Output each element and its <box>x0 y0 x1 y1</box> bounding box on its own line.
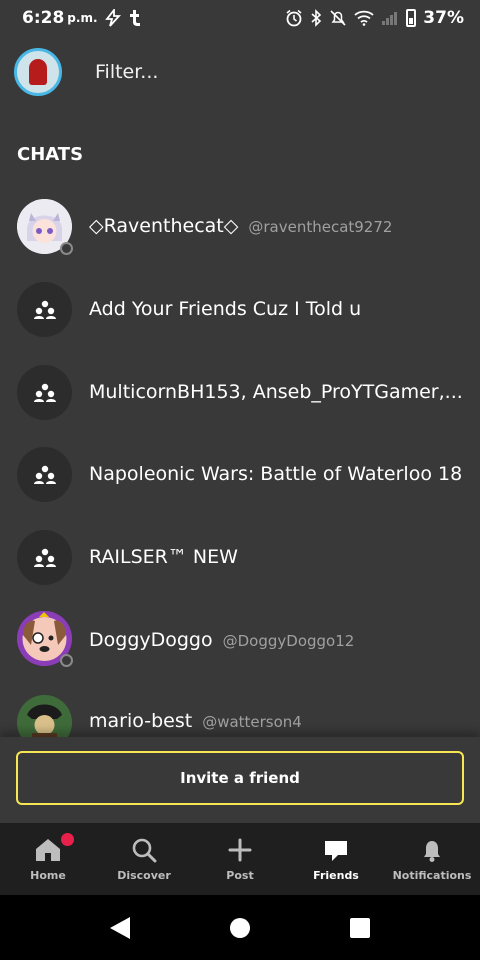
group-icon <box>34 300 56 319</box>
group-icon <box>34 548 56 567</box>
chat-name: ◇Raventhecat◇ <box>89 215 239 237</box>
invite-area: Invite a friend <box>0 737 480 823</box>
chat-item[interactable]: DoggyDoggo @DoggyDoggo12 <box>0 599 480 679</box>
chat-item[interactable]: MulticornBH153, Anseb_ProYTGamer,... <box>0 351 480 431</box>
chat-title: mario-best @watterson4 <box>89 710 302 732</box>
nav-label: Home <box>30 869 66 882</box>
chat-handle: @watterson4 <box>202 713 302 731</box>
status-dot <box>60 242 73 255</box>
bell-icon <box>424 841 440 862</box>
user-avatar <box>17 199 73 255</box>
group-avatar <box>17 447 72 502</box>
chat-title: Add Your Friends Cuz I Told u <box>89 298 361 320</box>
tumblr-icon <box>129 10 140 26</box>
bolt-icon <box>104 9 121 27</box>
group-avatar <box>17 530 72 585</box>
mute-icon <box>330 10 346 26</box>
chat-title: MulticornBH153, Anseb_ProYTGamer,... <box>89 381 463 403</box>
nav-label: Discover <box>117 869 171 882</box>
avatar-figure <box>29 59 47 85</box>
group-icon <box>34 383 56 402</box>
recents-icon[interactable] <box>349 917 371 939</box>
chat-item[interactable]: RAILSER™ NEW <box>0 516 480 596</box>
filter-row[interactable]: Filter... <box>0 44 480 100</box>
profile-avatar[interactable] <box>14 48 62 96</box>
chat-name: Add Your Friends Cuz I Told u <box>89 298 362 320</box>
nav-post[interactable]: Post <box>192 823 288 895</box>
status-bar: 6:28 p.m. 37% <box>0 0 480 36</box>
nav-notifications[interactable]: Notifications <box>384 823 480 895</box>
filter-input[interactable]: Filter... <box>95 61 158 83</box>
search-icon <box>132 838 157 863</box>
chat-name: mario-best <box>89 710 193 732</box>
status-right: 37% <box>285 8 464 28</box>
chat-item[interactable]: ◇Raventhecat◇ @raventhecat9272 <box>0 185 480 265</box>
back-icon[interactable] <box>108 915 132 941</box>
system-nav-bar <box>0 895 480 960</box>
status-dot <box>60 654 73 667</box>
chat-item[interactable]: Add Your Friends Cuz I Told u <box>0 268 480 348</box>
nav-friends[interactable]: Friends <box>288 823 384 895</box>
chat-handle: @DoggyDoggo12 <box>222 632 355 650</box>
nav-home[interactable]: Home <box>0 823 96 895</box>
chat-name: RAILSER™ NEW <box>89 546 238 568</box>
chat-title: Napoleonic Wars: Battle of Waterloo 1815 <box>89 463 464 485</box>
bottom-nav: Home Discover Post Friends Notifications <box>0 823 480 895</box>
chat-title: DoggyDoggo @DoggyDoggo12 <box>89 629 354 651</box>
chat-name: MulticornBH153, Anseb_ProYTGamer,... <box>89 381 463 403</box>
group-avatar <box>17 365 72 420</box>
chat-name: Napoleonic Wars: Battle of Waterloo 1815 <box>89 463 464 485</box>
group-avatar <box>17 282 72 337</box>
avatar-character-icon <box>17 695 72 737</box>
status-ampm: p.m. <box>67 11 98 25</box>
chat-icon <box>325 841 347 861</box>
bluetooth-icon <box>311 9 322 27</box>
home-button-icon[interactable] <box>229 917 251 939</box>
chat-item[interactable]: Napoleonic Wars: Battle of Waterloo 1815 <box>0 433 480 513</box>
signal-icon <box>382 12 398 25</box>
wifi-icon <box>354 10 374 26</box>
user-avatar <box>17 695 72 737</box>
chat-list[interactable]: ◇Raventhecat◇ @raventhecat9272 Add Your F… <box>0 185 480 737</box>
plus-icon <box>228 838 252 862</box>
nav-discover[interactable]: Discover <box>96 823 192 895</box>
battery-percent: 37% <box>423 8 464 28</box>
user-avatar <box>17 611 73 667</box>
battery-icon <box>406 9 417 27</box>
chat-name: DoggyDoggo <box>89 629 213 651</box>
chat-title: RAILSER™ NEW <box>89 546 238 568</box>
nav-label: Post <box>226 869 254 882</box>
home-icon <box>36 839 60 861</box>
chats-section-title: CHATS <box>17 144 84 165</box>
nav-label: Notifications <box>392 869 472 882</box>
chat-title: ◇Raventhecat◇ @raventhecat9272 <box>89 215 392 237</box>
notification-badge <box>61 833 74 846</box>
alarm-icon <box>286 9 302 27</box>
chat-item[interactable]: mario-best @watterson4 <box>0 682 480 737</box>
invite-friend-button[interactable]: Invite a friend <box>16 751 464 805</box>
status-left: 6:28 p.m. <box>22 8 142 28</box>
chat-handle: @raventhecat9272 <box>248 218 393 236</box>
group-icon <box>34 465 56 484</box>
nav-label: Friends <box>313 869 359 882</box>
status-time: 6:28 <box>22 8 65 28</box>
